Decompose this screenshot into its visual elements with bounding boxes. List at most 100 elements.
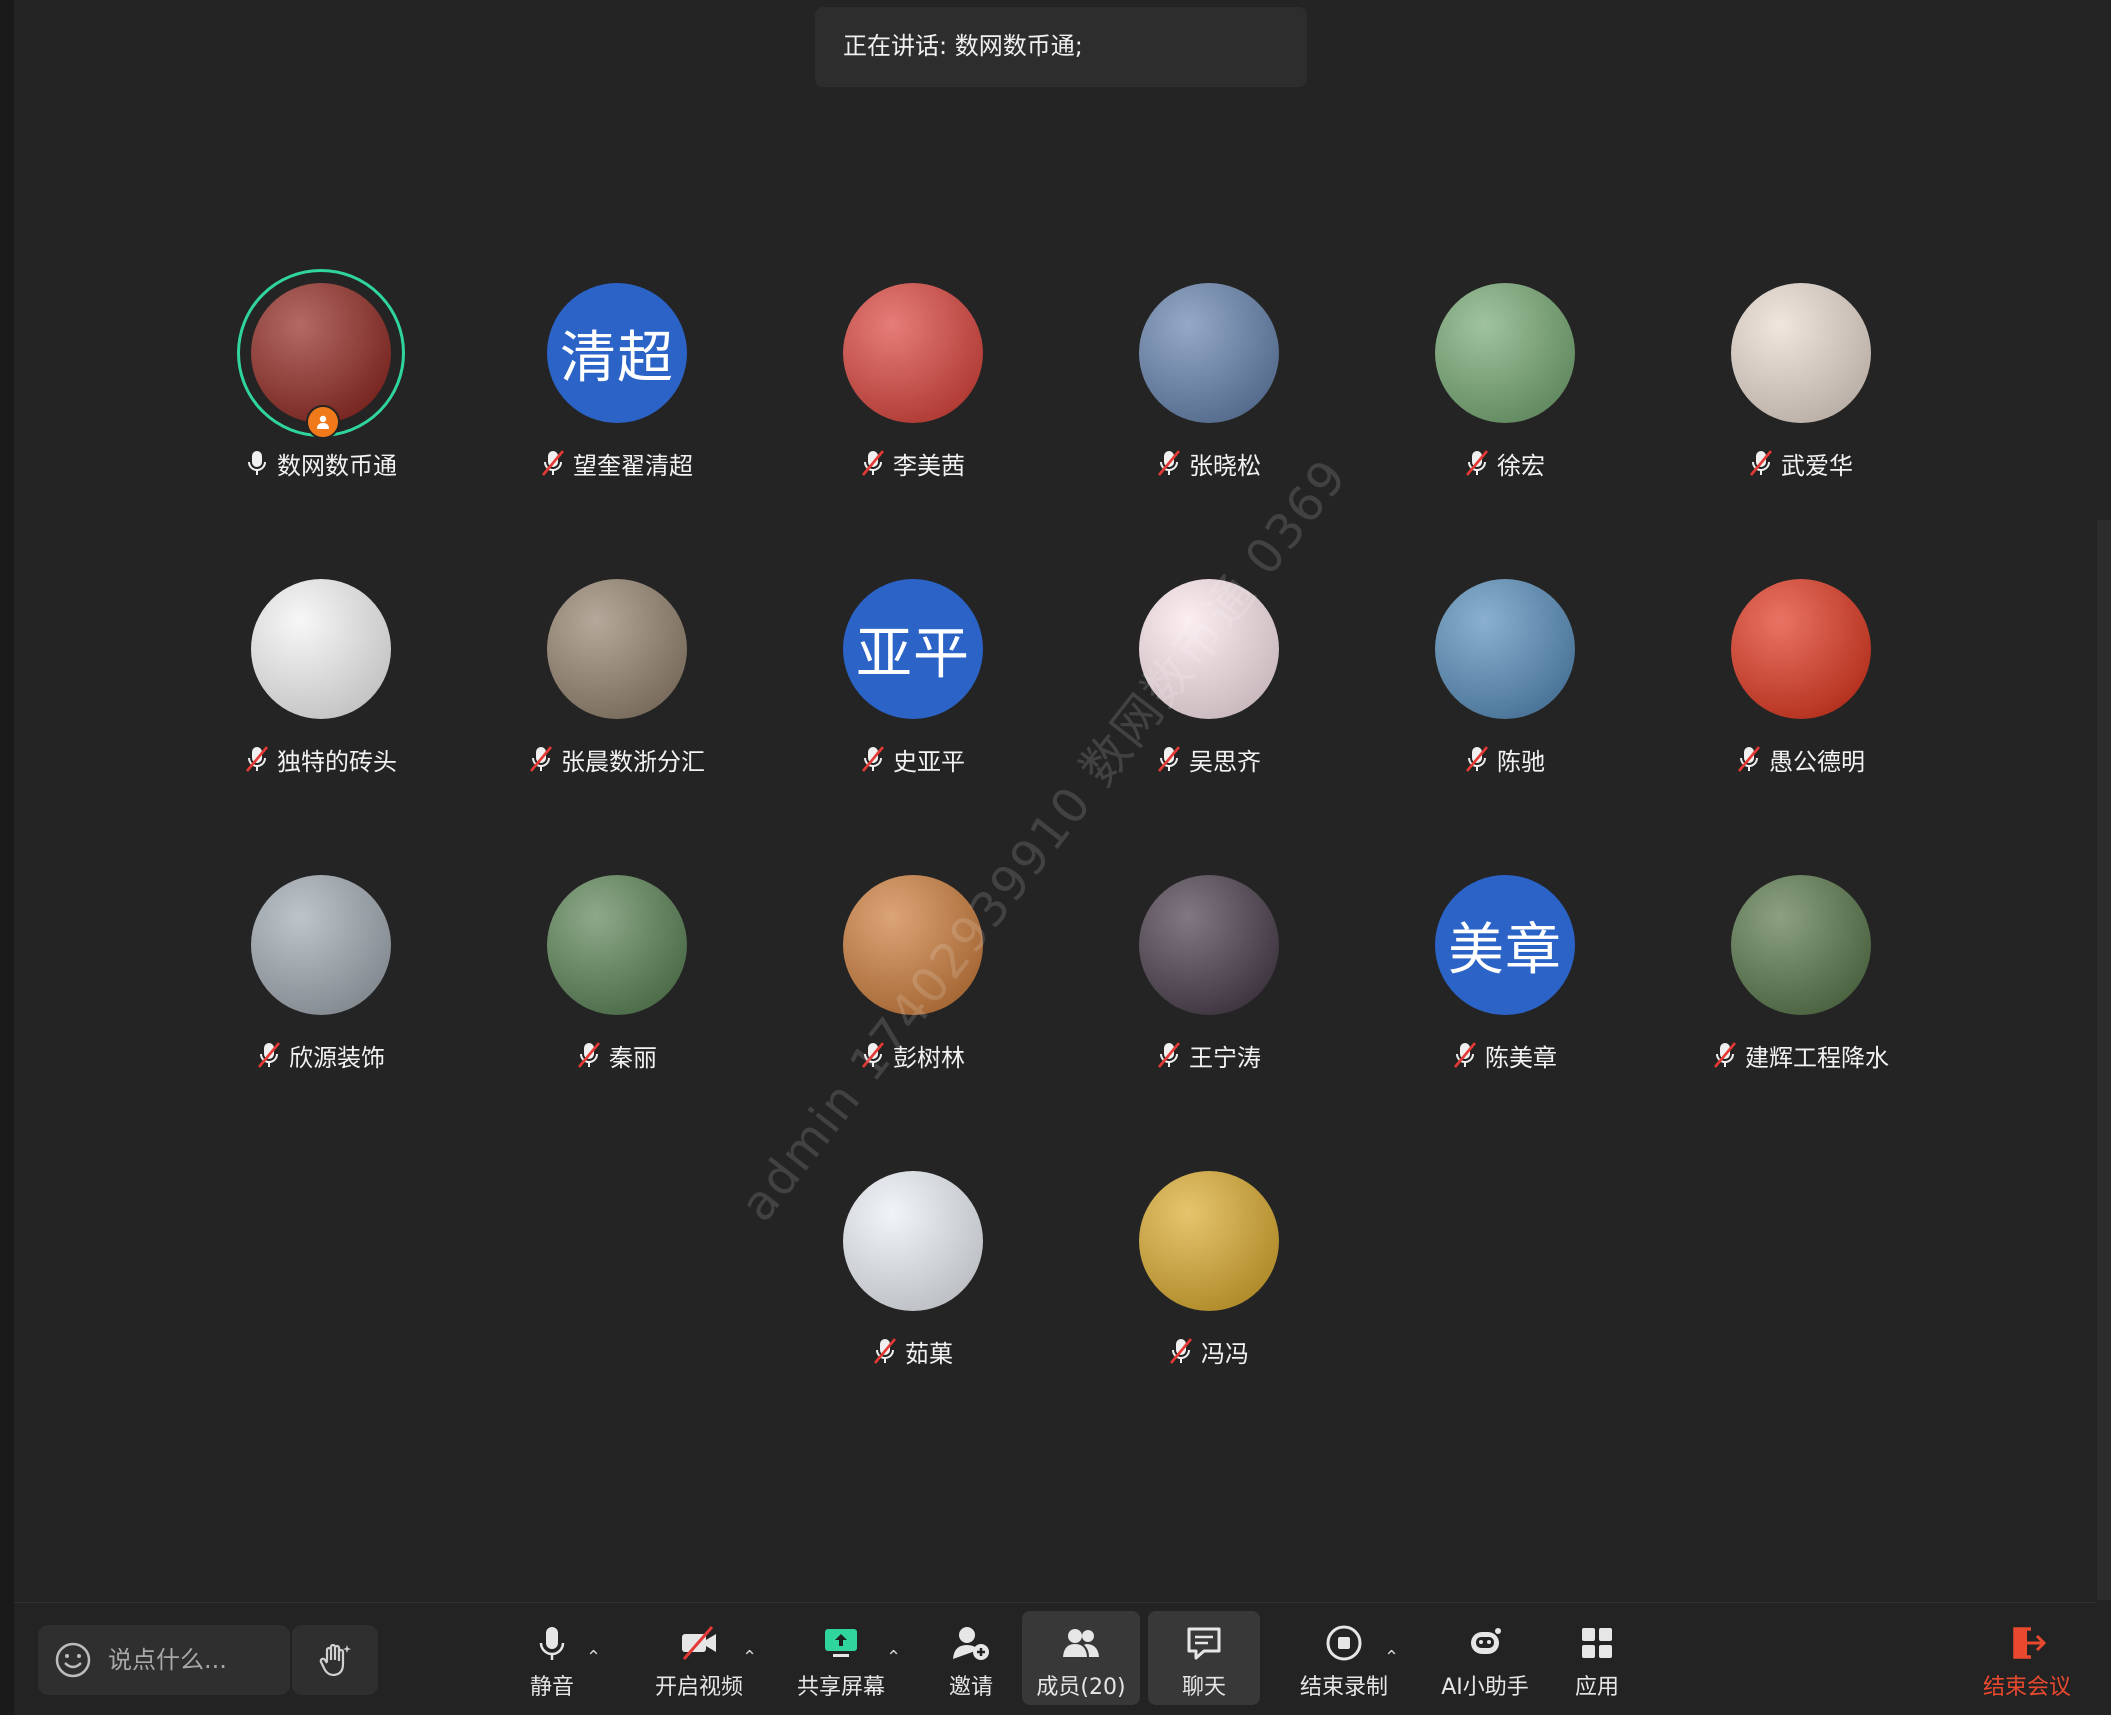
participant-tile[interactable]: 陈驰 [1365,579,1645,819]
chat-input-field[interactable] [106,1645,260,1675]
apps-button[interactable]: 应用 [1552,1611,1642,1705]
emoji-icon[interactable] [54,1641,92,1679]
mic-muted-icon [542,450,564,476]
participant-tile[interactable]: 冯冯 [1069,1171,1349,1411]
avatar-initials: 亚平 [856,621,970,687]
participant-tile[interactable]: 清超望奎翟清超 [477,283,757,523]
participant-tile[interactable]: 张晨数浙分汇 [477,579,757,819]
participant-name-row: 张晨数浙分汇 [477,741,757,777]
participant-tile[interactable]: 李美茜 [773,283,1053,523]
avatar[interactable] [1731,579,1871,719]
participant-name: 李美茜 [893,451,965,480]
mic-on-icon [248,451,266,475]
participant-name-row: 李美茜 [773,445,1053,481]
avatar[interactable]: 美章 [1435,875,1575,1015]
mic-muted-icon [862,1042,884,1068]
participant-name-row: 秦丽 [477,1037,757,1073]
participant-tile[interactable]: 亚平 史亚平 [773,579,1053,819]
participant-tile[interactable]: 建辉工程降水 [1661,875,1941,1115]
participant-name-row: 愚公德明 [1661,741,1941,777]
members-button[interactable]: 成员(20) [1022,1611,1140,1705]
avatar[interactable] [843,283,983,423]
mute-options-chevron-icon[interactable]: ⌃ [586,1647,601,1668]
avatar[interactable] [251,283,391,423]
avatar[interactable] [251,579,391,719]
participant-tile[interactable]: 独特的砖头 [181,579,461,819]
raise-hand-button[interactable] [292,1625,378,1695]
mic-muted-icon [258,1042,280,1068]
share-options-chevron-icon[interactable]: ⌃ [886,1647,901,1668]
participant-tile[interactable]: 彭树林 [773,875,1053,1115]
participant-tile[interactable]: 愚公德明 [1661,579,1941,819]
participant-tile[interactable]: 美章 陈美章 [1365,875,1645,1115]
participant-name: 陈驰 [1497,747,1545,776]
video-off-icon [682,1626,716,1660]
avatar[interactable] [1731,875,1871,1015]
mic-muted-icon [1158,1042,1180,1068]
start-video-label: 开启视频 [654,1675,743,1700]
record-options-chevron-icon[interactable]: ⌃ [1384,1647,1399,1668]
chat-button[interactable]: 聊天 [1148,1611,1260,1705]
participant-name: 数网数币通 [277,451,397,480]
invite-button[interactable]: 邀请 [926,1611,1016,1705]
avatar[interactable]: 清超 [547,283,687,423]
participant-tile[interactable]: 茹菓 [773,1171,1053,1411]
mic-muted-icon [530,746,552,772]
participant-name-row: 徐宏 [1365,445,1645,481]
avatar[interactable] [1139,1171,1279,1311]
participant-name: 建辉工程降水 [1745,1043,1889,1072]
avatar-initials: 美章 [1448,917,1562,983]
avatar[interactable] [843,875,983,1015]
avatar[interactable] [251,875,391,1015]
mic-muted-icon [578,1042,600,1068]
participant-name: 彭树林 [893,1043,965,1072]
participant-name-row: 史亚平 [773,741,1053,777]
invite-label: 邀请 [948,1675,993,1700]
avatar-initials: 清超 [560,325,674,391]
avatar[interactable] [1139,579,1279,719]
participant-tile[interactable]: 武爱华 [1661,283,1941,523]
chat-quick-input[interactable] [38,1625,290,1695]
avatar[interactable] [547,579,687,719]
video-options-chevron-icon[interactable]: ⌃ [742,1647,757,1668]
end-meeting-button[interactable]: 结束会议 [1972,1611,2082,1705]
mute-label: 静音 [529,1675,574,1700]
avatar[interactable]: 亚平 [843,579,983,719]
participant-name-row: 陈美章 [1365,1037,1645,1073]
participant-tile[interactable]: 王宁涛 [1069,875,1349,1115]
avatar[interactable] [1435,283,1575,423]
avatar[interactable] [1731,283,1871,423]
participant-name-row: 茹菓 [773,1333,1053,1369]
participant-name-row: 武爱华 [1661,445,1941,481]
members-label: 成员(20) [1036,1675,1126,1700]
mic-muted-icon [1750,450,1772,476]
participant-name: 秦丽 [609,1043,657,1072]
participant-tile[interactable]: 欣源装饰 [181,875,461,1115]
mic-muted-icon [1454,1042,1476,1068]
avatar[interactable] [1139,875,1279,1015]
participant-name-row: 彭树林 [773,1037,1053,1073]
share-screen-icon [825,1629,857,1657]
avatar[interactable] [1435,579,1575,719]
apps-grid-icon [1582,1628,1612,1658]
avatar[interactable] [1139,283,1279,423]
mic-muted-icon [862,450,884,476]
exit-icon [2013,1627,2047,1659]
participant-name-row: 数网数币通 [181,445,461,481]
avatar[interactable] [547,875,687,1015]
participant-tile[interactable]: 徐宏 [1365,283,1645,523]
mic-muted-icon [1466,746,1488,772]
participant-tile[interactable]: 吴思齐 [1069,579,1349,819]
chat-label: 聊天 [1181,1675,1226,1700]
microphone-icon [539,1627,565,1660]
avatar[interactable] [843,1171,983,1311]
participant-tile[interactable]: 张晓松 [1069,283,1349,523]
mic-muted-icon [1158,746,1180,772]
mic-muted-icon [874,1338,896,1364]
participant-name: 望奎翟清超 [573,451,693,480]
participant-name-row: 冯冯 [1069,1333,1349,1369]
participant-tile[interactable]: 秦丽 [477,875,757,1115]
ai-assistant-button[interactable]: AI小助手 [1420,1611,1550,1705]
participant-name-row: 独特的砖头 [181,741,461,777]
participant-tile[interactable]: 数网数币通 [181,269,461,523]
